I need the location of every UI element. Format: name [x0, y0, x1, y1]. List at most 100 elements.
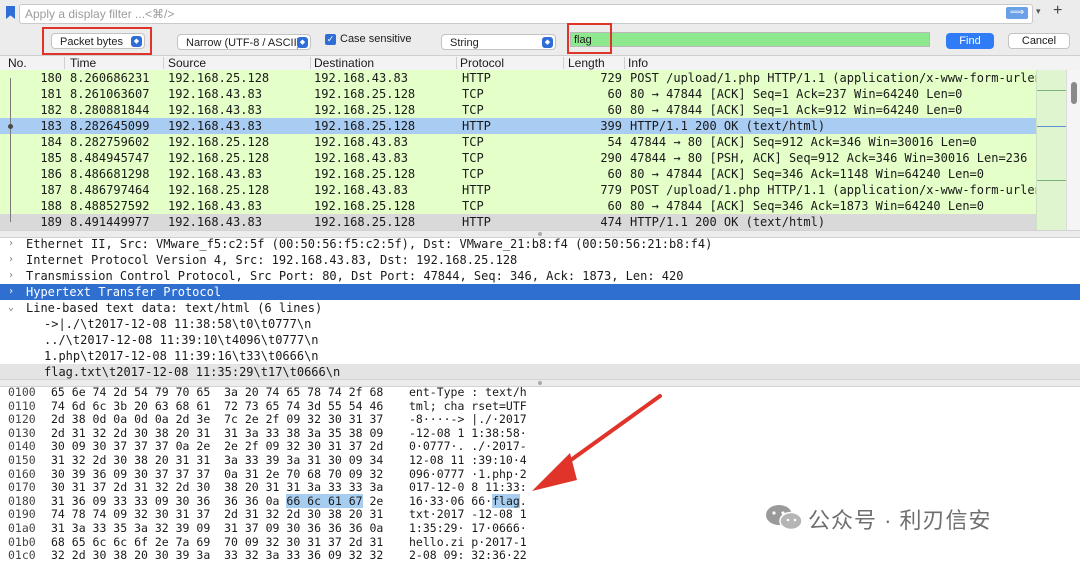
detail-row[interactable]: ⌄ Line-based text data: text/html (6 line…	[0, 300, 1080, 316]
cell-source: 192.168.25.128	[168, 71, 270, 85]
packet-list-minimap[interactable]	[1036, 70, 1067, 230]
column-header-info[interactable]: Info	[628, 56, 648, 70]
column-header-destination[interactable]: Destination	[314, 56, 374, 70]
cell-length: 399	[600, 119, 622, 133]
cell-destination: 192.168.43.83	[314, 71, 408, 85]
ascii-text: .	[519, 493, 527, 508]
packet-row[interactable]: 185 8.484945747 192.168.25.128 192.168.43.8…	[0, 150, 1036, 166]
filter-history-dropdown-icon[interactable]: ▾	[1036, 6, 1041, 17]
detail-row[interactable]: ../\t2017-12-08 11:39:10\t4096\t0777\n	[0, 332, 1080, 348]
case-sensitive-checkbox[interactable]: ✓	[325, 34, 336, 45]
ascii-text: 096·0777 ·1.php·2	[409, 466, 527, 481]
packet-row[interactable]: 189 8.491449977 192.168.43.83 192.168.25.12…	[0, 214, 1036, 230]
cell-source: 192.168.25.128	[168, 151, 270, 165]
ascii-text: 1:35:29· 17·0666·	[409, 521, 527, 535]
column-separator[interactable]	[456, 57, 457, 69]
cell-source: 192.168.43.83	[168, 199, 262, 213]
display-filter-input[interactable]: Apply a display filter ...<⌘/> ⟹	[19, 4, 1033, 24]
hex-text: 74 6d 6c 3b 20 63 68 61 72 73 65 74 3d 5…	[51, 398, 384, 413]
chevron-right-icon[interactable]: ›	[8, 236, 14, 252]
cell-protocol: TCP	[462, 135, 484, 149]
column-separator[interactable]	[163, 57, 164, 69]
detail-row[interactable]: 1.php\t2017-12-08 11:39:16\t33\t0666\n	[0, 348, 1080, 364]
cell-info: 47844 → 80 [ACK] Seq=912 Ack=346 Win=300…	[630, 135, 977, 149]
packet-row[interactable]: 182 8.280881844 192.168.43.83 192.168.25.12…	[0, 102, 1036, 118]
column-header-protocol[interactable]: Protocol	[460, 56, 504, 70]
related-packet-gutter	[0, 150, 14, 166]
ascii-text: -12-08 1 1:38:58·	[409, 425, 527, 440]
cell-info: 80 → 47844 [ACK] Seq=346 Ack=1873 Win=64…	[630, 199, 985, 213]
detail-row[interactable]: flag.txt\t2017-12-08 11:35:29\t17\t0666\…	[0, 364, 1080, 380]
column-separator[interactable]	[624, 57, 625, 69]
ascii-text: txt·2017 -12-08 1	[409, 507, 527, 522]
add-filter-button[interactable]: +	[1053, 2, 1062, 20]
column-header-time[interactable]: Time	[70, 56, 96, 70]
detail-row[interactable]: › Hypertext Transfer Protocol	[0, 284, 1080, 300]
character-width-value: Narrow (UTF-8 / ASCII)	[186, 37, 301, 49]
apply-filter-arrow-icon[interactable]: ⟹	[1006, 7, 1028, 19]
minimap-marker	[1037, 180, 1067, 181]
cell-source: 192.168.43.83	[168, 87, 262, 101]
bookmark-icon[interactable]	[6, 6, 15, 19]
column-header-no[interactable]: No.	[8, 56, 27, 70]
cell-protocol: HTTP	[462, 215, 491, 229]
related-packet-gutter	[0, 86, 14, 102]
detail-row[interactable]: › Internet Protocol Version 4, Src: 192.1…	[0, 252, 1080, 268]
cell-protocol: HTTP	[462, 119, 491, 133]
search-type-select[interactable]: String ◆	[441, 34, 556, 50]
column-header-length[interactable]: Length	[568, 56, 605, 70]
column-header-source[interactable]: Source	[168, 56, 206, 70]
hex-text: 68 65 6c 6c 6f 2e 7a 69 70 09 32 30 31 3…	[51, 534, 384, 549]
packet-row[interactable]: 181 8.261063607 192.168.43.83 192.168.25.12…	[0, 86, 1036, 102]
detail-row[interactable]: › Transmission Control Protocol, Src Port…	[0, 268, 1080, 284]
cell-time: 8.488527592	[70, 199, 150, 213]
packet-row[interactable]: 184 8.282759602 192.168.25.128 192.168.43.8…	[0, 134, 1036, 150]
packet-row[interactable]: 180 8.260686231 192.168.25.128 192.168.43.8…	[0, 70, 1036, 86]
detail-row[interactable]: › Ethernet II, Src: VMware_f5:c2:5f (00:5…	[0, 236, 1080, 252]
cancel-button[interactable]: Cancel	[1008, 33, 1070, 49]
cell-destination: 192.168.25.128	[314, 103, 416, 117]
ascii-text: 12-08 11 :39:10·4	[409, 453, 527, 467]
packet-list-scrollbar[interactable]	[1066, 70, 1080, 230]
chevron-right-icon[interactable]: ›	[8, 268, 14, 284]
cell-time: 8.280881844	[70, 103, 150, 117]
related-packet-line	[10, 214, 11, 222]
search-string-input[interactable]: flag	[570, 32, 930, 47]
chevron-down-icon[interactable]: ⌄	[8, 300, 14, 316]
related-packet-line	[10, 78, 11, 86]
cell-destination: 192.168.25.128	[314, 199, 416, 213]
detail-row[interactable]: ->|./\t2017-12-08 11:38:58\t0\t0777\n	[0, 316, 1080, 332]
cell-info: HTTP/1.1 200 OK (text/html)	[630, 215, 826, 229]
packet-row[interactable]: 186 8.486681298 192.168.43.83 192.168.25.12…	[0, 166, 1036, 182]
cell-length: 60	[607, 103, 622, 117]
hex-text: 31 3a 33 35 3a 32 39 09 31 37 09 30 36 3…	[51, 521, 384, 535]
scrollbar-thumb[interactable]	[1071, 82, 1077, 104]
cell-no: 181	[40, 87, 62, 101]
cell-protocol: TCP	[462, 103, 484, 117]
find-button[interactable]: Find	[946, 33, 994, 49]
cell-length: 779	[600, 183, 622, 197]
cell-destination: 192.168.25.128	[314, 119, 416, 133]
column-separator[interactable]	[64, 57, 65, 69]
character-width-select[interactable]: Narrow (UTF-8 / ASCII) ◆	[177, 34, 311, 50]
related-packet-gutter	[0, 182, 14, 198]
packet-row[interactable]: 187 8.486797464 192.168.25.128 192.168.43.8…	[0, 182, 1036, 198]
cell-destination: 192.168.43.83	[314, 151, 408, 165]
related-packet-line	[10, 102, 11, 118]
chevron-right-icon[interactable]: ›	[8, 284, 14, 300]
chevron-right-icon[interactable]: ›	[8, 252, 14, 268]
cell-info: 47844 → 80 [PSH, ACK] Seq=912 Ack=346 Wi…	[630, 151, 1036, 165]
column-separator[interactable]	[563, 57, 564, 69]
cell-protocol: HTTP	[462, 183, 491, 197]
packet-row[interactable]: 183 8.282645099 192.168.43.83 192.168.25.12…	[0, 118, 1036, 134]
column-separator[interactable]	[310, 57, 311, 69]
cell-protocol: TCP	[462, 167, 484, 181]
bytes-row[interactable]: 01c0 32 2d 30 38 20 30 39 3a 33 32 3a 33 …	[0, 548, 1080, 563]
detail-text: Hypertext Transfer Protocol	[26, 285, 222, 299]
cell-info: POST /upload/1.php HTTP/1.1 (application…	[630, 183, 1036, 197]
hex-text: 30 09 30 37 37 37 0a 2e 2e 2f 09 32 30 3…	[51, 439, 384, 454]
annotation-box-search-string	[567, 23, 612, 54]
packet-row[interactable]: 188 8.488527592 192.168.43.83 192.168.25.12…	[0, 198, 1036, 214]
display-filter-placeholder: Apply a display filter ...<⌘/>	[25, 7, 175, 21]
find-packet-bar: Packet bytes ◆ Narrow (UTF-8 / ASCII) ◆ …	[0, 23, 1080, 56]
